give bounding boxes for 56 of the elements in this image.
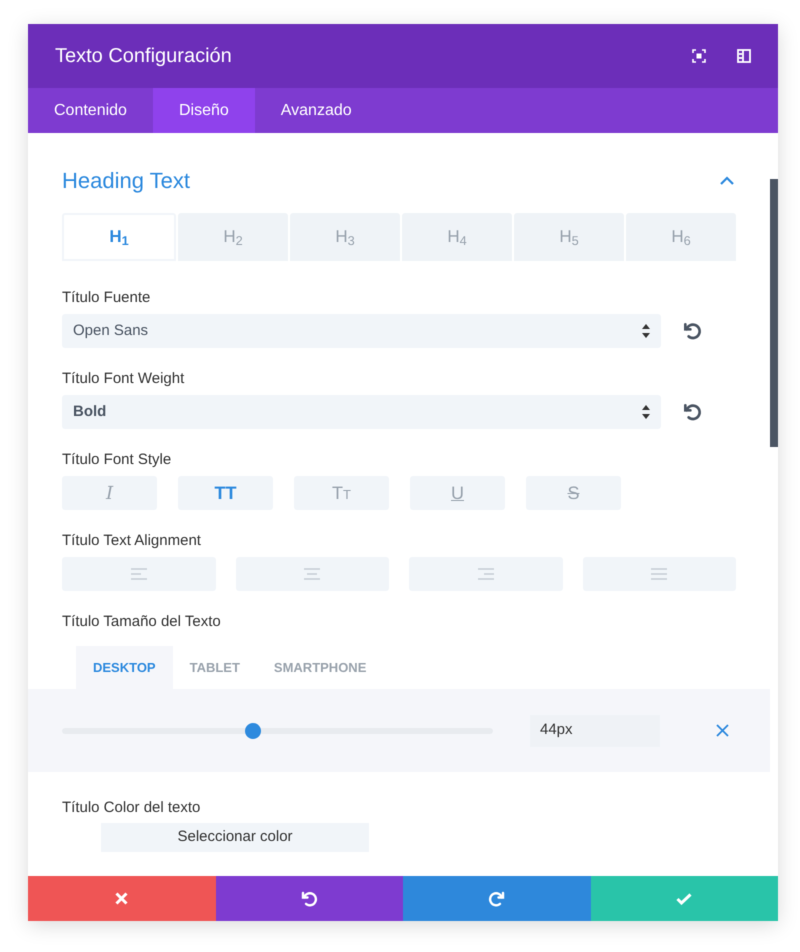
close-icon xyxy=(115,892,128,905)
alignment-button[interactable] xyxy=(62,557,216,591)
select-field[interactable]: Bold xyxy=(62,395,661,429)
reset-icon[interactable] xyxy=(682,402,702,422)
heading-level-tab[interactable]: H$_{1}$ xyxy=(62,213,176,261)
font-style-button[interactable]: I xyxy=(62,476,157,510)
heading-level-tab[interactable]: H$_{2}$ xyxy=(178,213,288,261)
reset-icon[interactable] xyxy=(682,321,702,341)
field-label: Título Color del texto xyxy=(62,798,202,817)
redo-button[interactable] xyxy=(403,876,590,921)
field-label: Título Font Weight xyxy=(62,369,186,388)
scrollbar-thumb[interactable] xyxy=(770,179,778,447)
tab[interactable]: Diseño xyxy=(152,88,255,133)
section-title: Heading Text xyxy=(62,166,190,195)
alignment-button[interactable] xyxy=(409,557,562,591)
alignment-button[interactable] xyxy=(236,557,389,591)
heading-level-tab[interactable]: H$_{3}$ xyxy=(290,213,400,261)
sidebar-layout-icon[interactable] xyxy=(737,49,751,63)
align-right-icon xyxy=(478,568,494,580)
font-style-button[interactable]: TT xyxy=(178,476,273,510)
modal-title: Texto Configuración xyxy=(55,44,233,69)
align-justify-icon xyxy=(651,568,668,580)
checkmark-icon xyxy=(676,892,692,904)
size-input[interactable]: 44px xyxy=(530,714,660,746)
save-button[interactable] xyxy=(590,876,778,921)
heading-level-tab[interactable]: H$_{4}$ xyxy=(402,213,512,261)
cancel-button[interactable] xyxy=(28,876,216,921)
select-color-button[interactable]: Seleccionar color xyxy=(101,823,369,852)
field-label: Título Font Style xyxy=(62,450,172,469)
heading-level-tab[interactable]: H$_{5}$ xyxy=(514,213,624,261)
slider-track[interactable] xyxy=(62,722,493,738)
dropdown-arrows-icon xyxy=(642,405,650,419)
chevron-up-icon[interactable] xyxy=(720,176,734,184)
align-left-icon xyxy=(130,568,147,580)
alignment-button[interactable] xyxy=(582,557,736,591)
fullscreen-icon[interactable] xyxy=(692,49,706,63)
device-tab[interactable]: TABLET xyxy=(172,646,257,689)
close-icon[interactable] xyxy=(716,724,729,737)
device-tab[interactable]: DESKTOP xyxy=(76,646,173,689)
tab[interactable]: Avanzado xyxy=(254,88,378,133)
font-style-button[interactable]: Tt xyxy=(294,476,389,510)
tab[interactable]: Contenido xyxy=(28,88,153,133)
font-style-button[interactable]: U xyxy=(410,476,505,510)
field-label: Título Fuente xyxy=(62,288,152,307)
align-center-icon xyxy=(304,568,320,580)
device-tab[interactable]: SMARTPHONE xyxy=(256,646,384,689)
undo-button[interactable] xyxy=(216,876,403,921)
select-field[interactable]: Open Sans xyxy=(62,314,661,348)
font-style-button[interactable]: S xyxy=(526,476,621,510)
field-label: Título Text Alignment xyxy=(62,531,202,550)
redo-icon xyxy=(488,890,506,908)
slider-thumb[interactable] xyxy=(244,722,261,738)
undo-icon xyxy=(300,890,318,908)
heading-level-tab[interactable]: H$_{6}$ xyxy=(626,213,736,261)
field-label: Título Tamaño del Texto xyxy=(62,612,222,631)
dropdown-arrows-icon xyxy=(642,324,650,338)
